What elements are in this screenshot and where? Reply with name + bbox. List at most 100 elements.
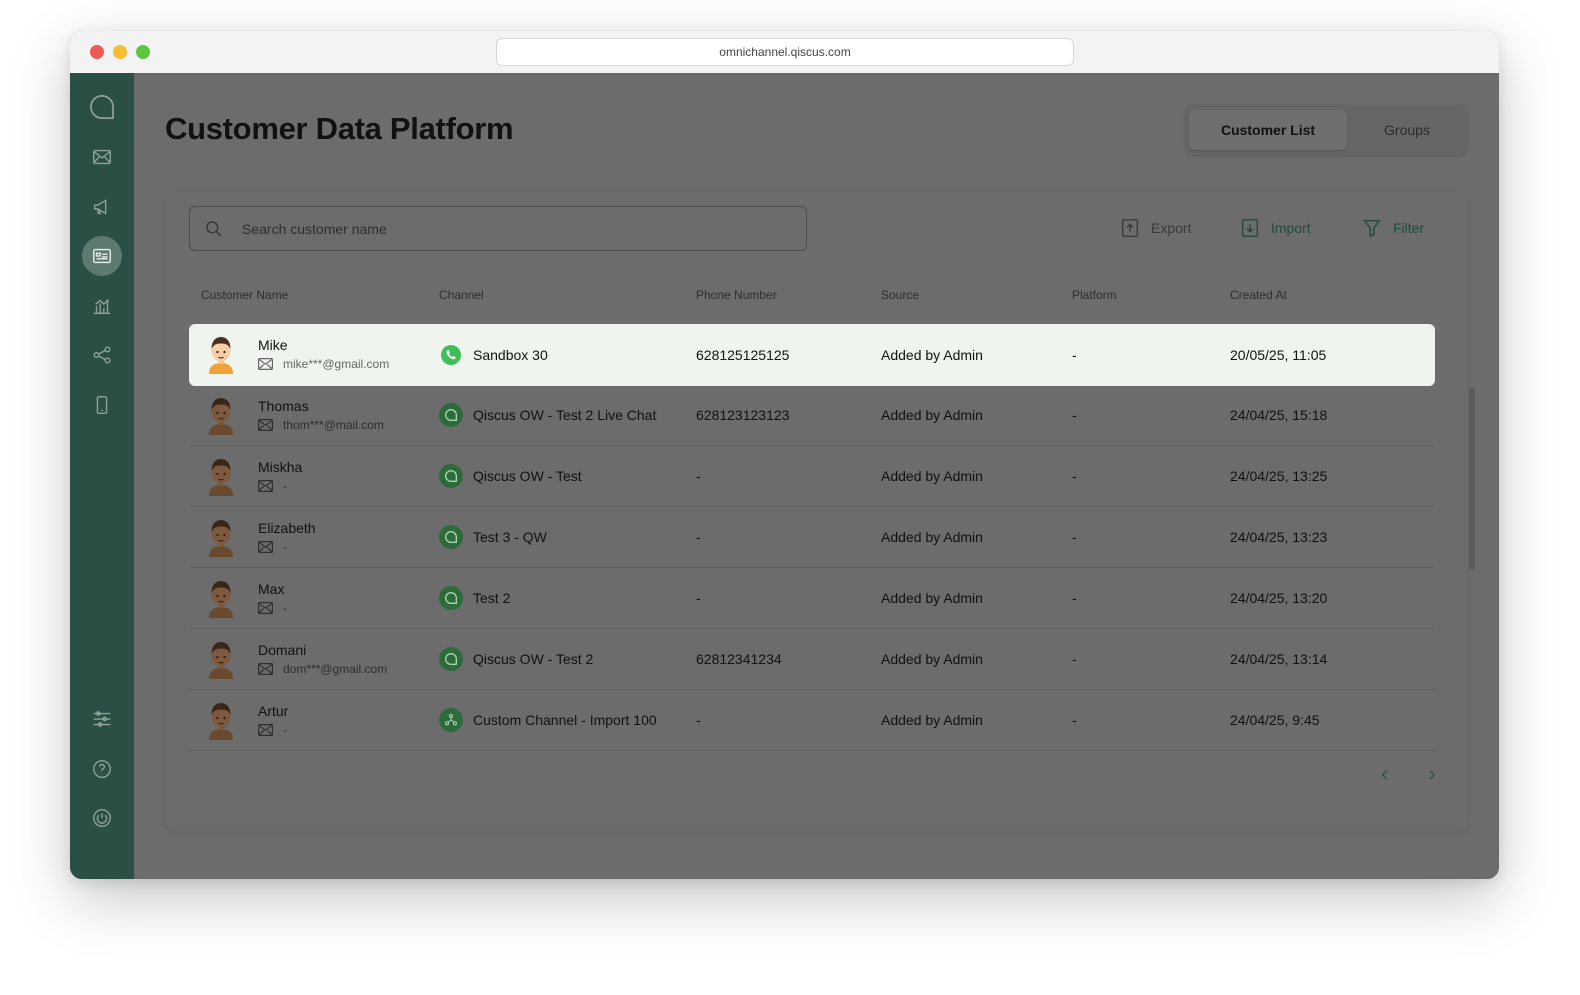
customer-data-icon[interactable] [82,236,122,276]
table-row[interactable]: Max - Test 2 - Added by Admin - 24/04/25… [189,568,1435,629]
phone-cell: 628123123123 [696,407,790,423]
mail-icon [258,480,273,492]
customer-name-cell: Mike mike***@gmail.com [258,337,389,371]
customer-email-text: - [283,479,287,493]
table-scrollbar[interactable] [1469,388,1475,570]
export-icon [1121,219,1139,237]
source-cell: Added by Admin [881,407,983,423]
customer-name-cell: Artur - [258,703,288,737]
qiscus-logo-icon[interactable] [82,87,122,127]
customer-name-cell: Domani dom***@gmail.com [258,642,387,676]
platform-cell: - [1072,347,1077,363]
minimize-window-button[interactable] [113,45,127,59]
broadcast-icon[interactable] [82,187,122,227]
header-source[interactable]: Source [881,288,919,302]
header-customer-name[interactable]: Customer Name [201,288,288,302]
logout-icon[interactable] [82,798,122,838]
inbox-icon[interactable] [82,137,122,177]
search-box[interactable] [189,206,807,251]
qiscus-channel-icon [439,525,463,549]
filter-button[interactable]: Filter [1361,215,1424,241]
customer-email: - [258,723,288,737]
main-content: Customer Data Platform Customer List Gro… [134,73,1499,879]
prev-page-button[interactable] [1373,763,1397,787]
table-row[interactable]: Elizabeth - Test 3 - QW - Added by Admin… [189,507,1435,568]
analytics-icon[interactable] [82,286,122,326]
table-row[interactable]: Thomas thom***@mail.com Qiscus OW - Test… [189,385,1435,446]
export-button[interactable]: Export [1119,215,1191,241]
avatar [209,581,233,618]
customer-email-text: mike***@gmail.com [283,357,390,371]
phone-cell: - [696,529,701,545]
platform-cell: - [1072,407,1077,423]
header-channel[interactable]: Channel [439,288,484,302]
source-cell: Added by Admin [881,590,983,606]
customer-name[interactable]: Miskha [258,459,302,475]
customer-name[interactable]: Elizabeth [258,520,316,536]
phone-cell: - [696,712,701,728]
filter-icon [1363,219,1381,238]
table-row[interactable]: Mike mike***@gmail.com Sandbox 30 628125… [189,324,1435,386]
channel-cell: Qiscus OW - Test 2 [439,629,593,689]
maximize-window-button[interactable] [136,45,150,59]
customer-name-cell: Miskha - [258,459,302,493]
qiscus-channel-icon [439,403,463,427]
table-row[interactable]: Artur - Custom Channel - Import 100 - Ad… [189,690,1435,751]
created-at-cell: 24/04/25, 13:14 [1230,651,1328,667]
channel-name: Qiscus OW - Test 2 Live Chat [473,407,657,423]
filter-label: Filter [1393,220,1425,236]
customer-email-text: dom***@gmail.com [283,662,388,676]
customer-name[interactable]: Thomas [258,398,384,414]
avatar [209,642,233,679]
customer-email: - [258,540,316,554]
mail-icon [258,358,273,370]
close-window-button[interactable] [90,45,104,59]
header-platform[interactable]: Platform [1072,288,1117,302]
address-bar[interactable]: omnichannel.qiscus.com [496,38,1074,66]
phone-cell: 628125125125 [696,347,790,363]
platform-cell: - [1072,529,1077,545]
sidebar [70,73,134,879]
table-row[interactable]: Miskha - Qiscus OW - Test - Added by Adm… [189,446,1435,507]
phone-cell: 62812341234 [696,651,782,667]
source-cell: Added by Admin [881,468,983,484]
avatar [209,459,233,496]
customer-email-text: - [283,723,287,737]
platform-cell: - [1072,590,1077,606]
help-icon[interactable] [82,749,122,789]
channel-name: Custom Channel - Import 100 [473,712,657,728]
import-button[interactable]: Import [1239,215,1311,241]
avatar [209,703,233,740]
integration-icon[interactable] [82,335,122,375]
search-input[interactable] [240,219,744,238]
next-page-button[interactable] [1420,763,1444,787]
channel-cell: Test 2 [439,568,510,628]
channel-cell: Test 3 - QW [439,507,547,567]
import-label: Import [1271,220,1311,236]
customer-name[interactable]: Mike [258,337,389,353]
channel-name: Test 2 [473,590,511,606]
customer-name[interactable]: Artur [258,703,288,719]
avatar [209,398,233,435]
view-tabs: Customer List Groups [1185,105,1467,155]
customer-table-card: Export Import Filter Customer Name Chann… [166,191,1475,831]
header-created-at[interactable]: Created At [1230,288,1287,302]
table-row[interactable]: Domani dom***@gmail.com Qiscus OW - Test… [189,629,1435,690]
customer-name[interactable]: Domani [258,642,387,658]
tab-customer-list[interactable]: Customer List [1189,110,1347,150]
qiscus-channel-icon [439,586,463,610]
settings-icon[interactable] [82,699,122,739]
phone-cell: - [696,468,701,484]
customer-name[interactable]: Max [258,581,287,597]
platform-cell: - [1072,712,1077,728]
whatsapp-icon [439,343,463,367]
tab-groups[interactable]: Groups [1351,110,1463,150]
customer-name-cell: Max - [258,581,287,615]
channel-name: Sandbox 30 [473,347,548,363]
channel-name: Qiscus OW - Test 2 [473,651,594,667]
header-phone-number[interactable]: Phone Number [696,288,777,302]
table-header: Customer Name Channel Phone Number Sourc… [189,288,1435,308]
chevron-left-icon [1381,770,1388,780]
mobile-icon[interactable] [82,385,122,425]
search-icon [206,220,222,237]
